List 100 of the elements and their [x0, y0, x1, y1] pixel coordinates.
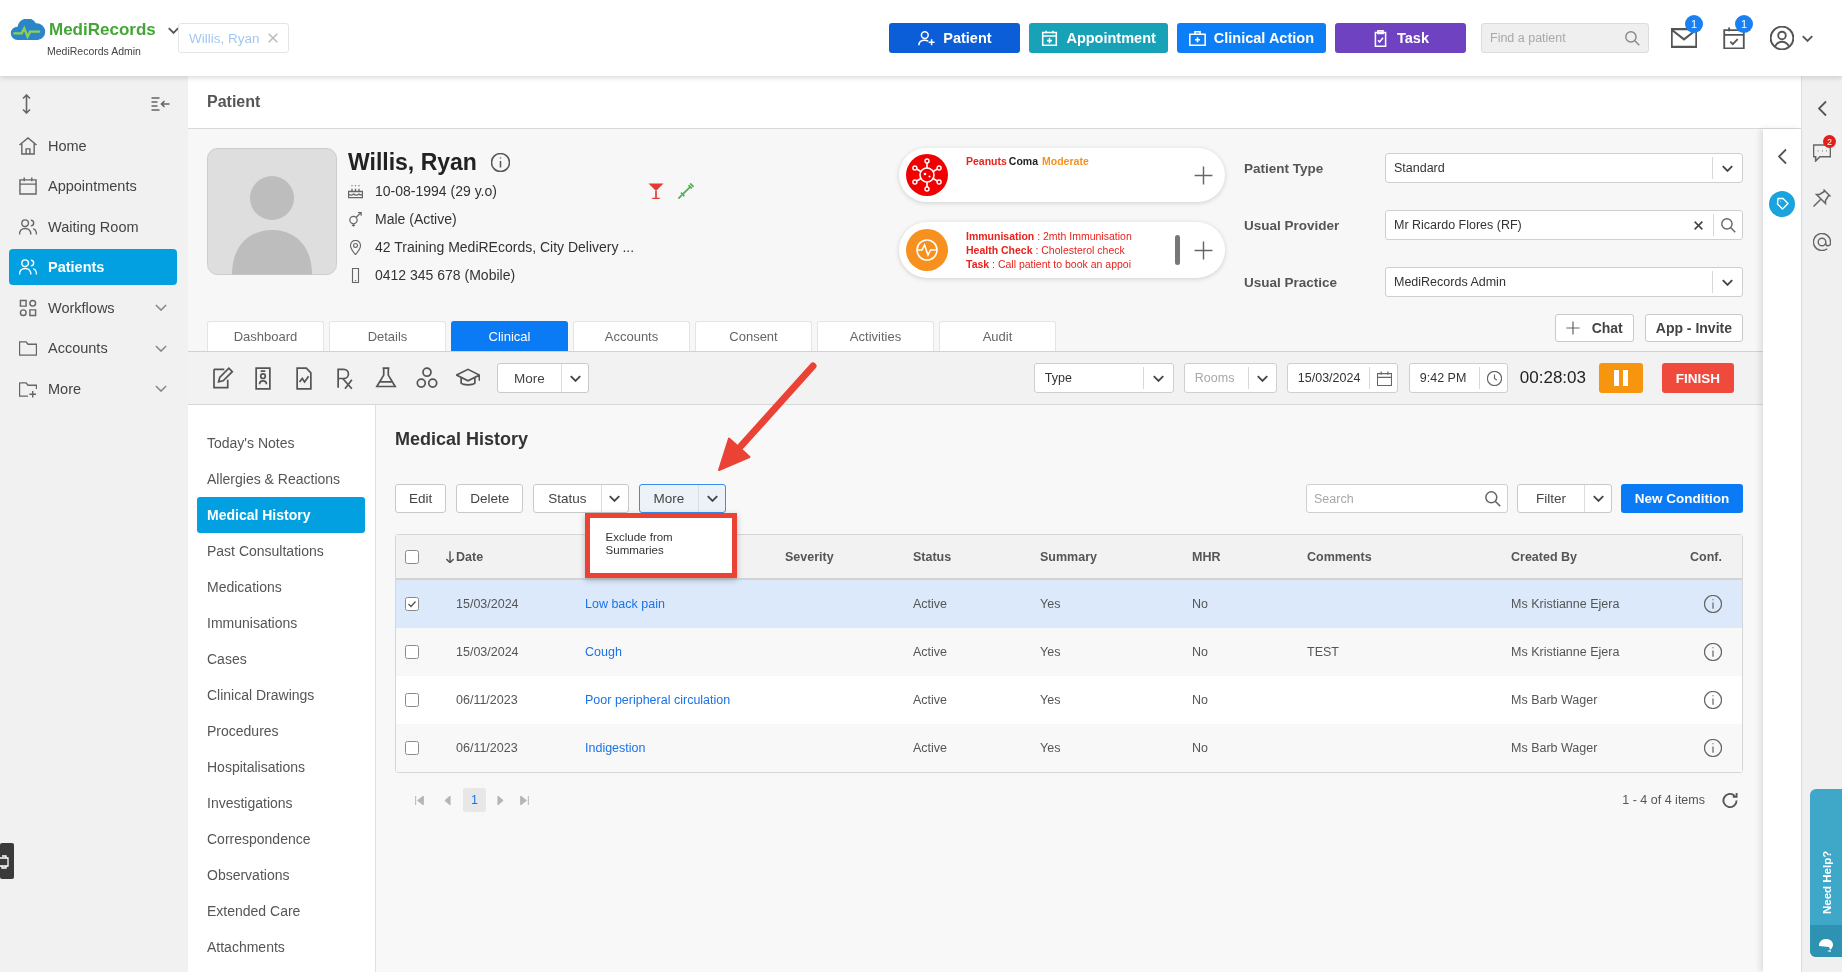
type-select[interactable]: Type — [1033, 363, 1174, 393]
patient-action-button[interactable]: App - Invite — [1644, 314, 1743, 342]
action-button[interactable]: Patient — [889, 23, 1021, 53]
info-icon[interactable] — [1704, 739, 1722, 757]
clinical-menu-item[interactable]: Correspondence — [197, 821, 365, 857]
clinical-menu-item[interactable]: Procedures — [197, 713, 365, 749]
plus-icon[interactable] — [1194, 240, 1213, 260]
plus-icon[interactable] — [1194, 165, 1213, 185]
column-header[interactable]: Date — [446, 549, 484, 564]
trefoil-icon[interactable] — [415, 366, 439, 390]
patient-action-button[interactable]: Chat — [1554, 314, 1634, 342]
finish-button[interactable]: FINISH — [1662, 363, 1734, 393]
condition-link[interactable]: Low back pain — [585, 597, 665, 611]
info-icon[interactable] — [1704, 595, 1722, 613]
info-icon[interactable] — [1704, 643, 1722, 661]
new-condition-button[interactable]: New Condition — [1621, 484, 1743, 513]
edit-note-icon[interactable] — [210, 366, 234, 390]
date-field[interactable]: 15/03/2024 — [1286, 363, 1398, 393]
info-icon[interactable] — [1704, 691, 1722, 709]
column-header[interactable]: Severity — [785, 549, 834, 564]
chevron-left-icon[interactable] — [1817, 100, 1827, 117]
filter-dropdown-button[interactable]: Filter — [1517, 484, 1612, 513]
sidebar-item[interactable]: Appointments — [9, 168, 177, 204]
rooms-select[interactable]: Rooms — [1183, 363, 1277, 393]
tag-icon[interactable] — [1769, 191, 1795, 217]
clinical-menu-item[interactable]: Investigations — [197, 785, 365, 821]
search-icon[interactable] — [1721, 217, 1736, 233]
dropdown-button[interactable]: Status — [533, 484, 629, 513]
clinical-menu-item[interactable]: Past Consultations — [197, 533, 365, 569]
column-header[interactable]: Created By — [1511, 549, 1577, 564]
clinical-menu-item[interactable]: Allergies & Reactions — [197, 461, 365, 497]
clinical-menu-item[interactable]: Today's Notes — [197, 425, 365, 461]
tab[interactable]: Consent — [695, 321, 812, 351]
calendar-icon[interactable] — [1376, 370, 1392, 386]
tab[interactable]: Activities — [817, 321, 934, 351]
row-checkbox[interactable] — [405, 597, 419, 611]
info-icon[interactable] — [490, 153, 510, 172]
column-header[interactable]: MHR — [1192, 549, 1221, 564]
action-button[interactable]: Edit — [395, 484, 447, 513]
dropdown-button[interactable]: More — [638, 484, 727, 513]
tab[interactable]: Details — [329, 321, 446, 351]
vertical-arrows-icon[interactable] — [22, 93, 31, 114]
clock-icon[interactable] — [1486, 370, 1502, 386]
tab[interactable]: Clinical — [451, 321, 568, 351]
clinical-menu-item[interactable]: Cases — [197, 641, 365, 677]
search-icon[interactable] — [1485, 490, 1501, 507]
condition-link[interactable]: Indigestion — [585, 741, 646, 755]
clear-icon[interactable] — [1694, 220, 1703, 230]
table-row[interactable]: 15/03/2024 Low back pain Active Yes No Ms Kristianne Ejera — [396, 580, 1742, 628]
user-avatar-icon[interactable] — [1770, 26, 1794, 50]
table-row[interactable]: 15/03/2024 Cough Active Yes No TEST Ms Kristianne Ejera — [396, 628, 1742, 676]
condition-link[interactable]: Cough — [585, 645, 622, 659]
select-field[interactable]: MediRecords Admin — [1385, 267, 1743, 297]
tab[interactable]: Audit — [939, 321, 1056, 351]
at-sign-icon[interactable] — [1813, 233, 1831, 251]
mail-icon[interactable] — [1671, 27, 1697, 49]
column-header[interactable]: Summary — [1040, 549, 1097, 564]
clinical-menu-item[interactable]: Observations — [197, 857, 365, 893]
caret-icon[interactable] — [1802, 34, 1813, 42]
table-row[interactable]: 06/11/2023 Indigestion Active Yes No Ms Barb Wager — [396, 724, 1742, 772]
caret-icon[interactable] — [1722, 278, 1733, 286]
action-button[interactable]: Delete — [456, 484, 524, 513]
refresh-icon[interactable] — [1722, 792, 1738, 808]
row-checkbox[interactable] — [405, 645, 419, 659]
clinical-menu-item[interactable]: Clinical Drawings — [197, 677, 365, 713]
action-button[interactable]: Task — [1335, 23, 1466, 53]
row-checkbox[interactable] — [405, 693, 419, 707]
sidebar-item[interactable]: Accounts — [9, 330, 177, 366]
sidebar-item[interactable]: Workflows — [9, 289, 177, 326]
calendar-check-icon[interactable] — [1721, 27, 1747, 49]
chevron-left-icon[interactable] — [1777, 148, 1787, 165]
scrollbar-thumb[interactable] — [1175, 235, 1180, 265]
clinical-menu-item[interactable]: Hospitalisations — [197, 749, 365, 785]
printer-icon[interactable] — [0, 843, 14, 879]
column-header[interactable]: Conf. — [1690, 549, 1722, 564]
pin-icon[interactable] — [1813, 189, 1831, 207]
patient-search-field[interactable]: Find a patient — [1481, 23, 1649, 53]
column-header[interactable]: Status — [913, 549, 952, 564]
clinical-menu-item[interactable]: Extended Care — [197, 893, 365, 929]
condition-link[interactable]: Poor peripheral circulation — [585, 693, 731, 707]
caret-icon[interactable] — [1256, 374, 1268, 382]
time-field[interactable]: 9:42 PM — [1408, 363, 1508, 393]
dropdown-button[interactable]: More — [497, 363, 589, 393]
tab[interactable]: Dashboard — [207, 321, 324, 351]
sidebar-item[interactable]: Home — [9, 127, 177, 164]
row-checkbox[interactable] — [405, 741, 419, 755]
clinical-menu-item[interactable]: Attachments — [197, 929, 365, 965]
collapse-menu-icon[interactable] — [151, 96, 170, 111]
clinical-menu-item[interactable]: Medications — [197, 569, 365, 605]
lookup-field[interactable]: Mr Ricardo Flores (RF) — [1385, 210, 1743, 240]
column-header[interactable]: Comments — [1307, 549, 1372, 564]
action-button[interactable]: Clinical Action — [1176, 23, 1326, 53]
caret-icon[interactable] — [1722, 164, 1733, 172]
flask-icon[interactable] — [374, 366, 398, 390]
clinical-menu-item[interactable]: Immunisations — [197, 605, 365, 641]
search-field[interactable]: Search — [1306, 484, 1508, 513]
chat-icon[interactable] — [1813, 144, 1831, 162]
sidebar-item[interactable]: More — [9, 370, 177, 407]
search-icon[interactable] — [1625, 30, 1640, 46]
menu-item[interactable]: Exclude from Summaries — [605, 531, 706, 557]
